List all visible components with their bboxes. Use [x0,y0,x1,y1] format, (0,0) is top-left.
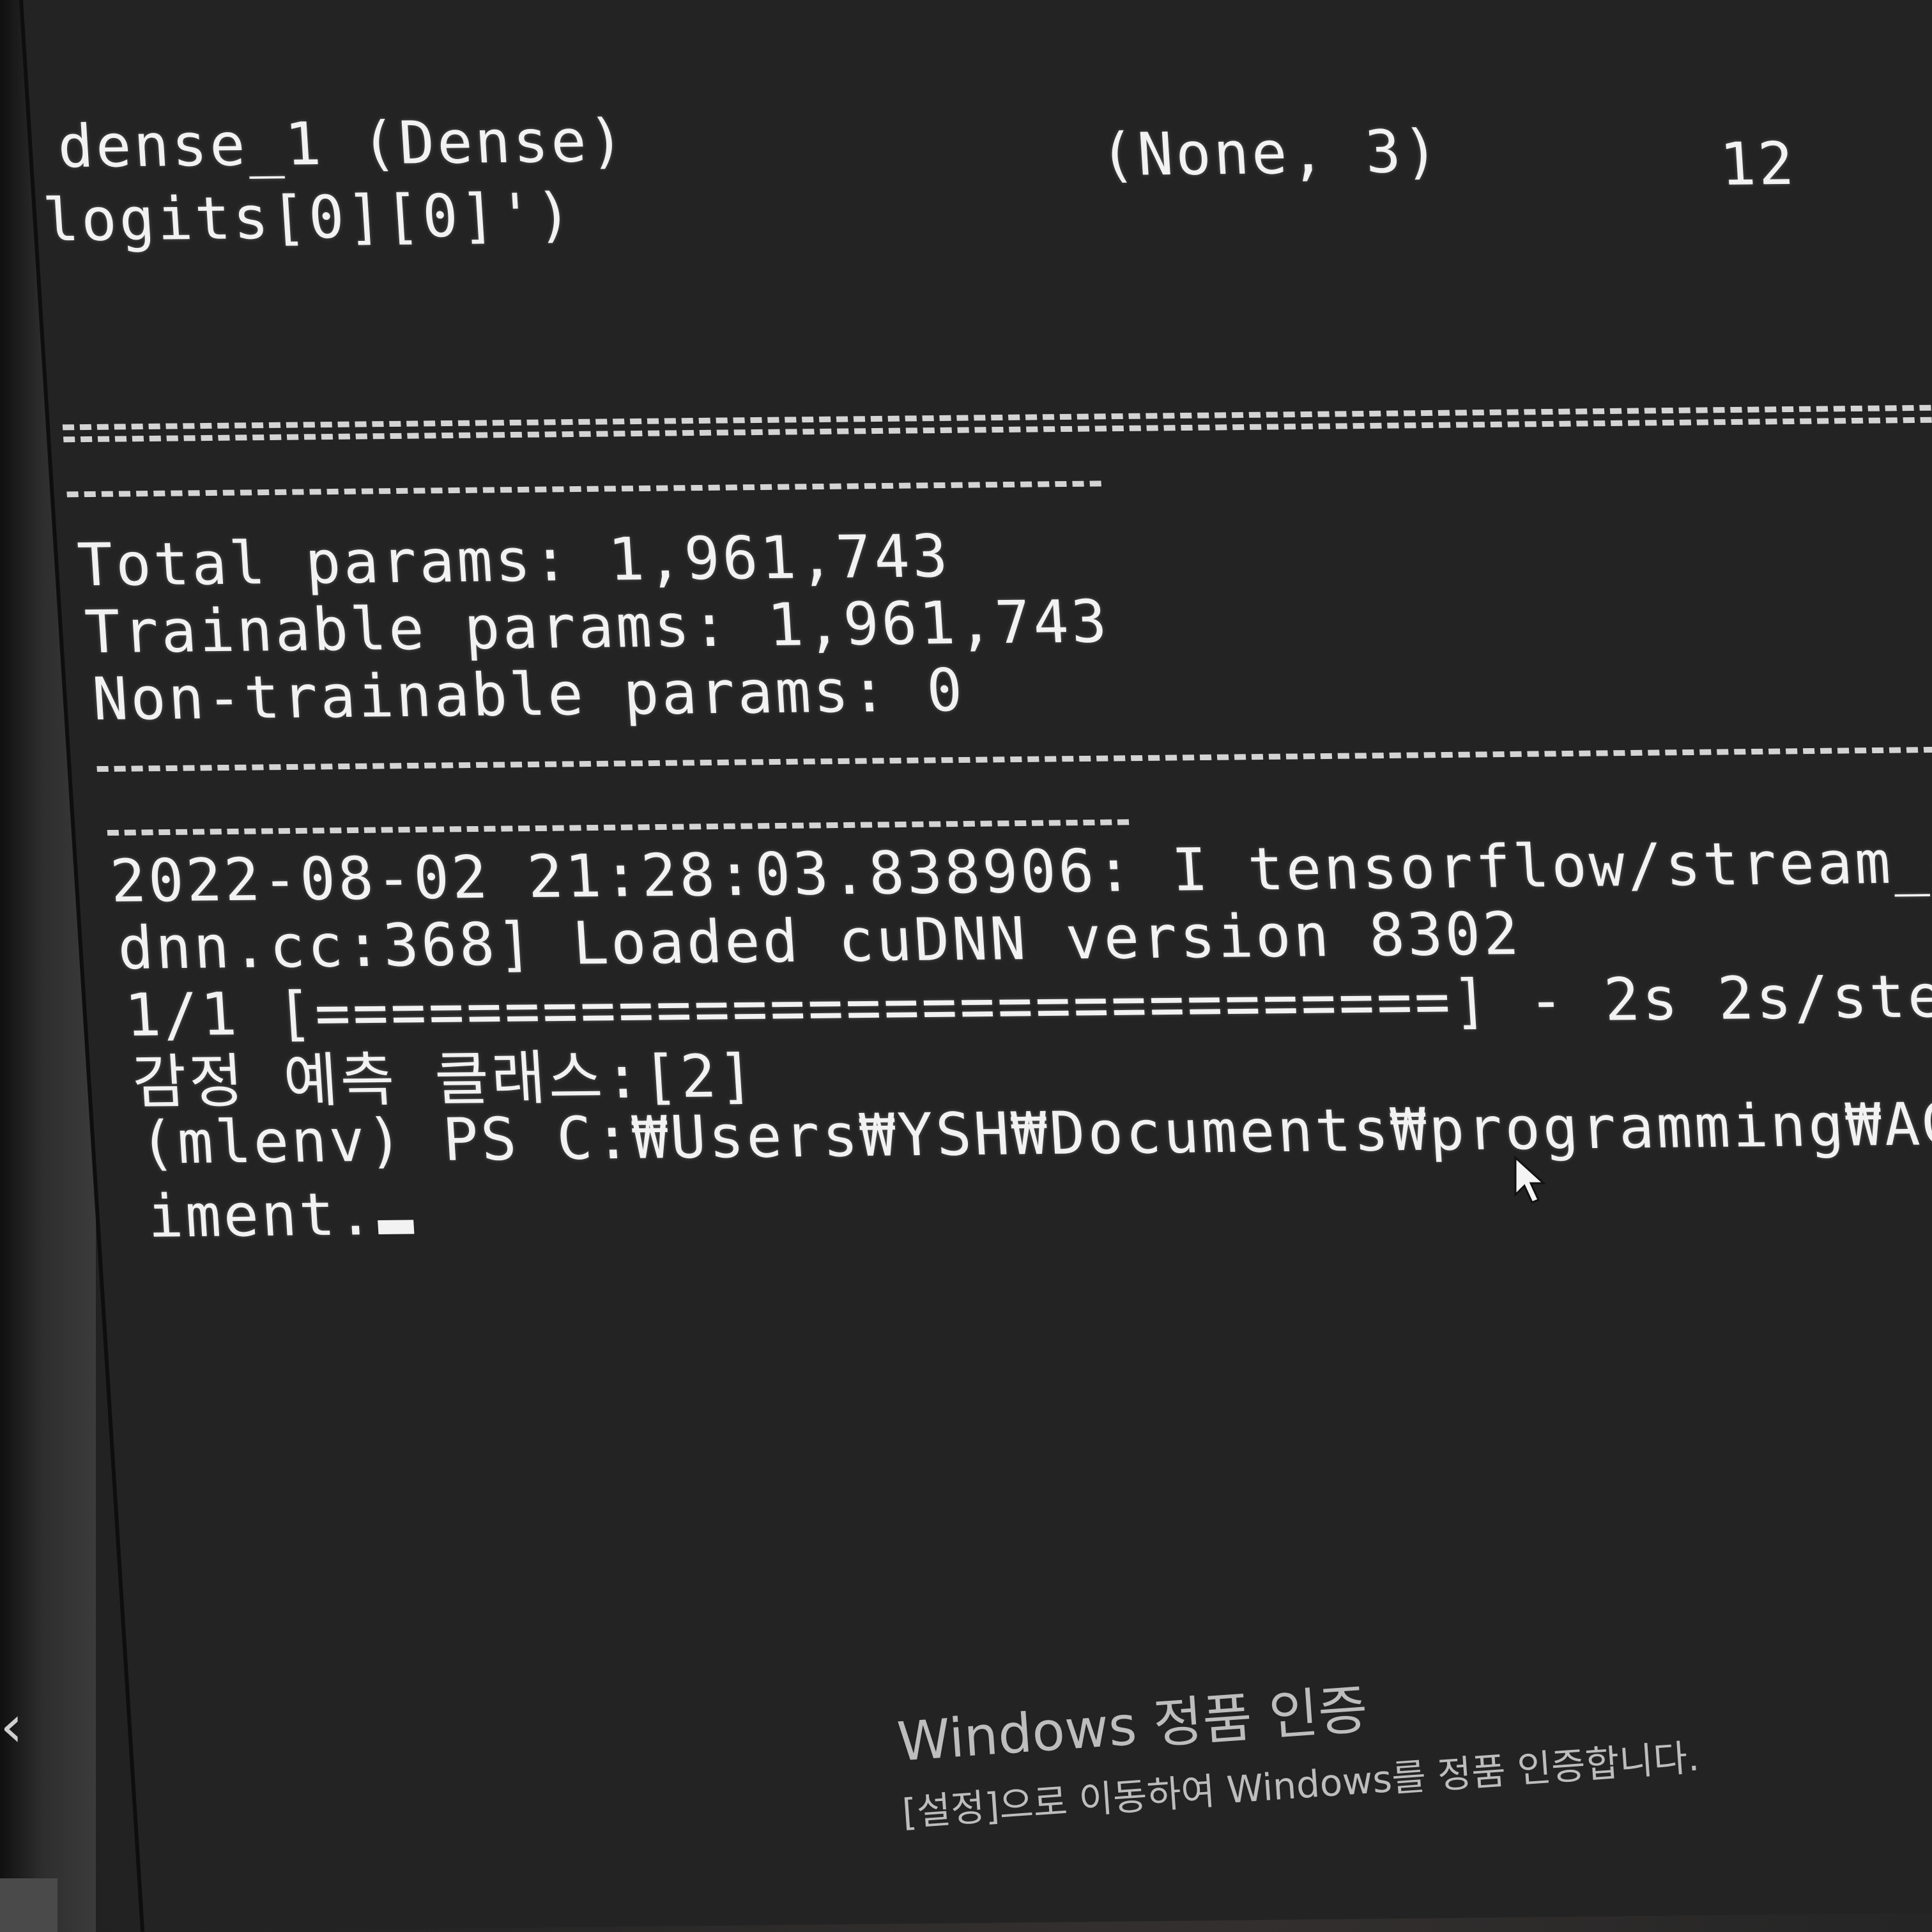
command-continuation-line: iment. [145,1180,415,1251]
summary-divider-double-end [66,480,1101,498]
text-cursor-icon [378,1220,415,1234]
layer-param-count: 12 [1717,129,1798,199]
prediction-output: 감정 예측 클래스:[2] [130,1041,759,1117]
taskbar-corner [0,1878,57,1932]
summary-divider-single [96,746,1932,772]
cudnn-log-line: dnn.cc:368] Loaded cuDNN version 8302 [115,899,1523,983]
screen: dense_1 (Dense) (None, 3) 12 logits[0][0… [0,0,1932,1932]
chevron-left-icon[interactable]: ‹ [0,1693,23,1760]
layer-output-shape: (None, 3) [1097,117,1443,190]
summary-divider-single-end [107,819,1130,836]
layer-name: dense_1 (Dense) [56,106,629,181]
summary-divider-double [62,404,1932,431]
terminal-window: dense_1 (Dense) (None, 3) 12 logits[0][0… [0,0,1932,1932]
trainable-params: Trainable params: 1,961,743 [82,587,1112,667]
trailing-code-text: logits[0][0]') [41,180,577,255]
non-trainable-params: Non-trainable params: 0 [90,656,967,734]
total-params: Total params: 1,961,743 [75,521,953,600]
mouse-pointer-icon [1514,1155,1546,1204]
terminal-pane[interactable]: dense_1 (Dense) (None, 3) 12 logits[0][0… [19,0,1932,1932]
progress-bar-line: 1/1 [==============================] - 2… [123,962,1932,1050]
tf-log-line: 2022-08-02 21:28:03.838906: I tensorflow… [108,822,1932,916]
command-continuation: iment. [145,1180,378,1251]
